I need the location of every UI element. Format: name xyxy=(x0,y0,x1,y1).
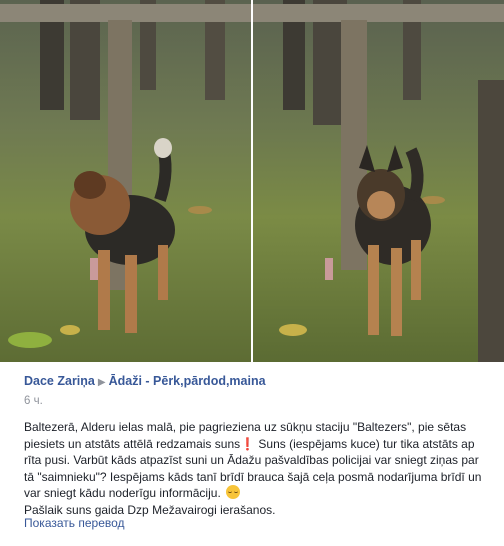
photo-dog-front-image xyxy=(253,0,504,362)
group-name-link[interactable]: Ādaži - Pērk,pārdod,maina xyxy=(109,374,266,388)
exclamation-icon: ❗ xyxy=(240,436,256,451)
photo-dog-back[interactable] xyxy=(0,0,251,362)
post-timestamp[interactable]: 6 ч. xyxy=(24,394,43,409)
author-line: Dace Zariņa ▶ Ādaži - Pērk,pārdod,maina xyxy=(24,373,488,391)
photo-dog-front[interactable] xyxy=(253,0,504,362)
facebook-post: Dace Zariņa ▶ Ādaži - Pērk,pārdod,maina 6 … xyxy=(0,0,504,546)
post-paragraph-1: Baltezerā, Alderu ielas malā, pie pagrie… xyxy=(24,419,490,502)
show-translation-link[interactable]: Показать перевод xyxy=(24,516,125,530)
pensive-face-icon xyxy=(226,485,241,499)
photo-grid xyxy=(0,0,504,362)
author-name-link[interactable]: Dace Zariņa xyxy=(24,374,95,388)
post-header: Dace Zariņa ▶ Ādaži - Pērk,pārdod,maina 6 … xyxy=(24,373,488,409)
photo-dog-back-image xyxy=(0,0,251,362)
share-arrow-icon: ▶ xyxy=(97,377,106,388)
post-body: Baltezerā, Alderu ielas malā, pie pagrie… xyxy=(24,419,490,518)
